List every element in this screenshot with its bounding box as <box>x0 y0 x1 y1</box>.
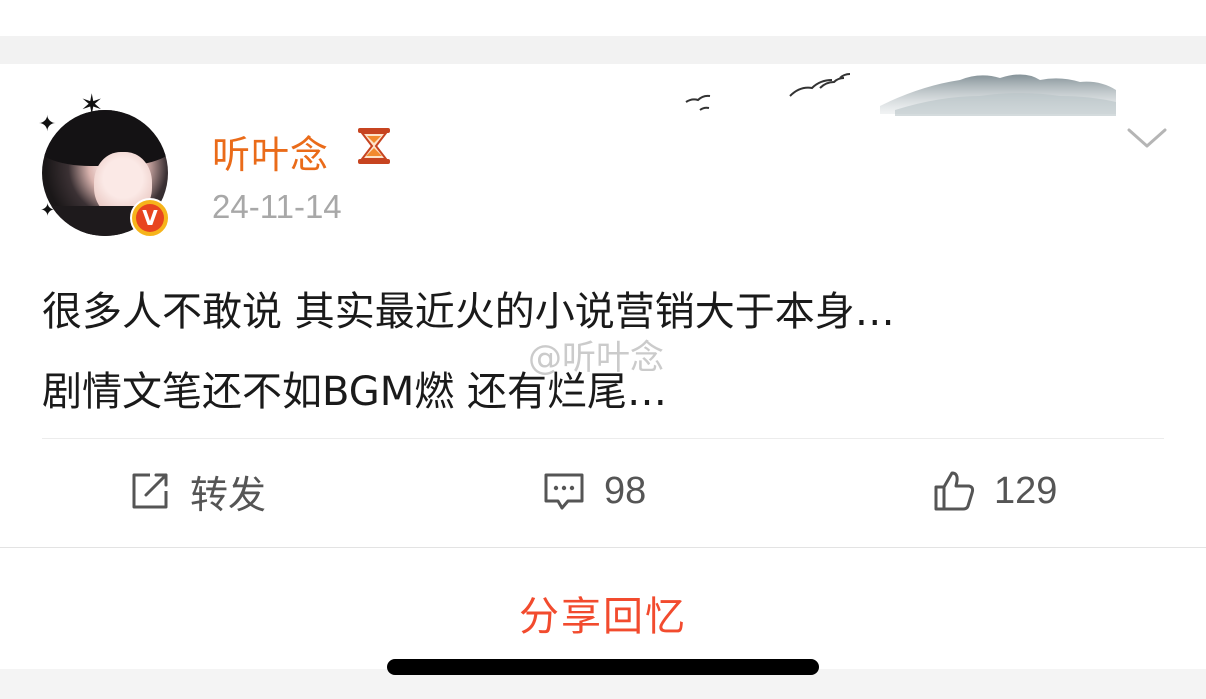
star-decoration-icon: ✶ <box>80 88 104 121</box>
repost-button[interactable]: 转发 <box>128 466 267 517</box>
star-decoration-icon: ✦ <box>38 112 57 137</box>
comment-icon <box>544 473 584 510</box>
verified-badge-letter: V <box>136 204 164 232</box>
star-decoration-icon: ✦ <box>40 200 56 221</box>
card-separator <box>0 36 1206 64</box>
weibo-post-page: ✦ ✶ ✦ V 听叶念 24-11-14 很多人不敢说 其实最近火的小说营销大于… <box>0 0 1206 699</box>
comment-count: 98 <box>604 469 647 512</box>
username[interactable]: 听叶念 <box>212 124 329 179</box>
thumbs-up-icon <box>934 471 975 511</box>
like-count: 129 <box>994 469 1058 512</box>
share-memory-button[interactable]: 分享回忆 <box>0 584 1206 642</box>
hourglass-icon <box>358 128 390 164</box>
ink-landscape-decoration <box>685 73 1116 116</box>
repost-label: 转发 <box>190 472 267 517</box>
like-button[interactable]: 129 <box>932 466 1057 516</box>
home-indicator[interactable] <box>387 659 819 675</box>
post-date: 24-11-14 <box>212 188 342 225</box>
chevron-down-icon[interactable] <box>1126 124 1168 152</box>
top-area <box>0 0 1206 36</box>
divider <box>42 438 1164 439</box>
comment-button[interactable]: 98 <box>542 466 646 516</box>
repost-icon <box>132 473 168 509</box>
watermark: @听叶念 <box>528 338 664 378</box>
verified-badge-icon: V <box>130 198 170 238</box>
